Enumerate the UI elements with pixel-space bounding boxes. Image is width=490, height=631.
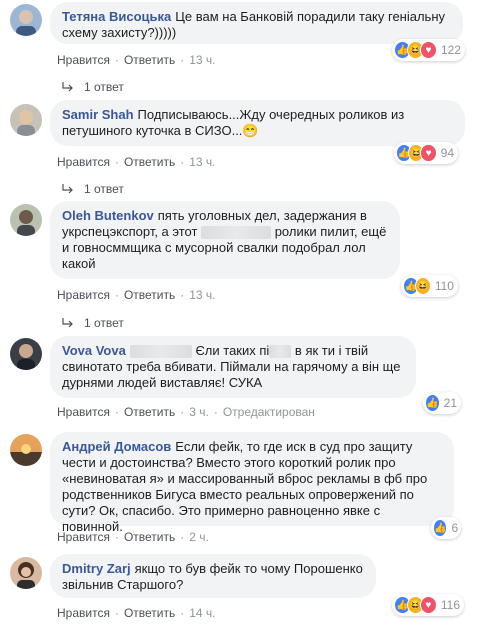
redacted-text: [129, 345, 192, 359]
comment-meta: Нравится · Ответить · 14 ч.: [57, 606, 216, 620]
comment-meta: Нравится · Ответить · 3 ч. · Отредактирован: [57, 405, 315, 419]
avatar[interactable]: [10, 204, 42, 236]
like-reaction-icon: 👍: [433, 519, 448, 537]
comment-meta: Нравится · Ответить · 13 ч.: [57, 288, 216, 302]
haha-reaction-icon: 😆: [414, 277, 431, 295]
reply-link[interactable]: Ответить: [124, 606, 175, 620]
love-reaction-icon: ♥: [420, 144, 437, 162]
edited-label[interactable]: Отредактирован: [223, 405, 315, 419]
reactions-summary[interactable]: 👍 😆 ♥ 122: [392, 39, 465, 61]
reactions-summary[interactable]: 👍 😆 ♥ 94: [394, 142, 458, 164]
reactions-summary[interactable]: 👍 21: [423, 392, 461, 414]
avatar[interactable]: [10, 4, 42, 36]
reaction-count: 110: [434, 279, 454, 293]
redacted-text: [201, 226, 272, 240]
comment-author[interactable]: Тетяна Висоцька: [62, 9, 171, 24]
reactions-summary[interactable]: 👍 😆 110: [401, 275, 458, 297]
love-reaction-icon: ♥: [419, 596, 437, 614]
reaction-count: 21: [443, 396, 457, 410]
reply-arrow-icon: [62, 82, 73, 92]
timestamp[interactable]: 13 ч.: [189, 288, 215, 302]
like-link[interactable]: Нравится: [57, 606, 110, 620]
avatar[interactable]: [10, 104, 42, 136]
reactions-summary[interactable]: 👍 6: [431, 517, 461, 539]
like-link[interactable]: Нравится: [57, 53, 110, 67]
comment-bubble: Oleh Butenkov пять уголовных дел, задержа…: [50, 201, 400, 279]
timestamp[interactable]: 3 ч.: [189, 405, 209, 419]
comment-bubble: Тетяна Висоцька Це вам на Банковій поради…: [50, 2, 463, 44]
comment-bubble: Samir Shah Подписываюсь...Жду очередных р…: [50, 100, 465, 146]
like-reaction-icon: 👍: [425, 394, 440, 412]
reply-link[interactable]: Ответить: [124, 288, 175, 302]
timestamp[interactable]: 13 ч.: [189, 53, 215, 67]
comment-author[interactable]: Dmitry Zarj: [62, 561, 131, 576]
reply-link[interactable]: Ответить: [124, 530, 175, 544]
comment-meta: Нравится · Ответить · 13 ч.: [57, 155, 216, 169]
replies-count[interactable]: 1 ответ: [84, 182, 124, 196]
comment-bubble: Андрей Домасов Если фейк, то где иск в су…: [50, 432, 454, 534]
replies-count[interactable]: 1 ответ: [84, 80, 124, 94]
comment-author[interactable]: Samir Shah: [62, 107, 134, 122]
reaction-count: 6: [451, 521, 459, 535]
avatar[interactable]: [10, 338, 42, 370]
reply-link[interactable]: Ответить: [124, 405, 175, 419]
reactions-summary[interactable]: 👍 😆 ♥ 116: [392, 594, 464, 616]
comment-bubble: Dmitry Zarj якщо то був фейк то чому Поро…: [50, 554, 376, 598]
love-reaction-icon: ♥: [419, 41, 437, 59]
reply-link[interactable]: Ответить: [124, 155, 175, 169]
comment-meta: Нравится · Ответить · 2 ч.: [57, 530, 209, 544]
redacted-text: [269, 345, 292, 359]
comment-author[interactable]: Vova Vova: [62, 343, 126, 358]
avatar[interactable]: [10, 557, 42, 589]
reply-arrow-icon: [62, 318, 73, 328]
reaction-count: 122: [440, 43, 461, 57]
view-replies[interactable]: 1 ответ: [62, 182, 124, 196]
reply-link[interactable]: Ответить: [124, 53, 175, 67]
comment-author[interactable]: Андрей Домасов: [62, 439, 171, 454]
view-replies[interactable]: 1 ответ: [62, 316, 124, 330]
timestamp[interactable]: 14 ч.: [189, 606, 215, 620]
like-link[interactable]: Нравится: [57, 530, 110, 544]
comment-author[interactable]: Oleh Butenkov: [62, 208, 154, 223]
reaction-count: 94: [440, 146, 455, 160]
view-replies[interactable]: 1 ответ: [62, 80, 124, 94]
comment-meta: Нравится · Ответить · 13 ч.: [57, 53, 216, 67]
replies-count[interactable]: 1 ответ: [84, 316, 124, 330]
reaction-count: 116: [440, 598, 460, 612]
like-link[interactable]: Нравится: [57, 288, 110, 302]
timestamp[interactable]: 13 ч.: [189, 155, 215, 169]
comment-bubble: Vova Vova Єли таких пі в як ти і твій св…: [50, 336, 416, 398]
avatar[interactable]: [10, 434, 42, 466]
comment-text-part: Єли таких пі: [195, 343, 270, 358]
like-link[interactable]: Нравится: [57, 155, 110, 169]
like-link[interactable]: Нравится: [57, 405, 110, 419]
reply-arrow-icon: [62, 184, 73, 194]
timestamp[interactable]: 2 ч.: [189, 530, 209, 544]
